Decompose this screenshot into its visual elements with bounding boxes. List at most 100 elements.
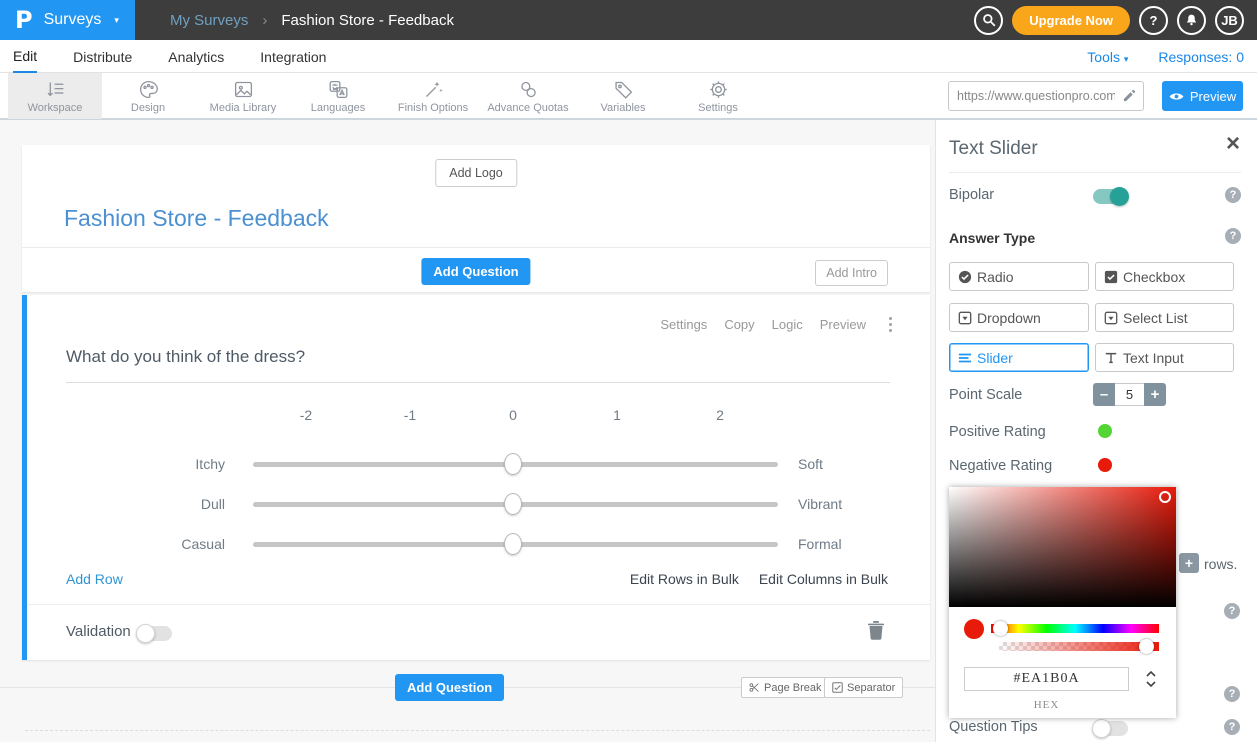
row-right-label[interactable]: Soft xyxy=(798,456,823,472)
edit-columns-in-bulk-link[interactable]: Edit Columns in Bulk xyxy=(759,571,888,587)
help-icon[interactable]: ? xyxy=(1224,719,1240,735)
slider-icon xyxy=(958,351,972,365)
row-left-label[interactable]: Itchy xyxy=(135,456,225,472)
point-scale-input[interactable] xyxy=(1115,383,1144,406)
question-preview-link[interactable]: Preview xyxy=(820,317,866,332)
edit-rows-in-bulk-link[interactable]: Edit Rows in Bulk xyxy=(630,571,739,587)
responses-count[interactable]: Responses: 0 xyxy=(1158,49,1244,65)
question-copy-link[interactable]: Copy xyxy=(724,317,754,332)
hex-color-input[interactable] xyxy=(964,667,1129,691)
toolbar-item-settings[interactable]: Settings xyxy=(671,73,765,119)
help-button[interactable]: ? xyxy=(1139,6,1168,35)
color-format-toggle-icon[interactable] xyxy=(1146,670,1156,688)
add-question-button-bottom[interactable]: Add Question xyxy=(395,674,504,701)
questionpro-survey-editor: P Surveys ▾ My Surveys › Fashion Store -… xyxy=(0,0,1257,742)
answer-type-checkbox[interactable]: Checkbox xyxy=(1095,262,1234,291)
hue-slider-handle[interactable] xyxy=(993,621,1008,636)
bipolar-label: Bipolar xyxy=(949,187,994,203)
delete-question-trash-icon[interactable] xyxy=(868,621,884,640)
rows-increase-button[interactable]: + xyxy=(1179,553,1199,573)
preview-button[interactable]: Preview xyxy=(1162,81,1243,111)
point-scale-increase-button[interactable]: + xyxy=(1144,383,1166,406)
upgrade-now-button[interactable]: Upgrade Now xyxy=(1012,6,1130,35)
tab-integration[interactable]: Integration xyxy=(260,40,326,73)
row-right-label[interactable]: Formal xyxy=(798,536,842,552)
answer-type-select-list[interactable]: Select List xyxy=(1095,303,1234,332)
question-tips-label: Question Tips xyxy=(949,719,1038,735)
add-row-link[interactable]: Add Row xyxy=(66,571,123,587)
caret-down-icon: ▾ xyxy=(114,15,119,26)
help-icon[interactable]: ? xyxy=(1224,686,1240,702)
negative-rating-color-swatch[interactable] xyxy=(1098,458,1112,472)
editor-toolbar: Workspace Design Media Library Languages… xyxy=(0,73,1257,120)
user-avatar[interactable]: JB xyxy=(1215,6,1244,35)
survey-title[interactable]: Fashion Store - Feedback xyxy=(64,205,329,232)
toolbar-item-media-library[interactable]: Media Library xyxy=(196,73,290,119)
slider-handle[interactable] xyxy=(504,493,522,515)
toolbar-item-workspace[interactable]: Workspace xyxy=(8,73,102,119)
question-text-underline xyxy=(66,382,890,383)
help-icon[interactable]: ? xyxy=(1225,187,1241,203)
tools-menu[interactable]: Tools ▾ xyxy=(1087,49,1128,65)
scale-label: 2 xyxy=(716,407,724,423)
select-list-icon xyxy=(1104,311,1118,325)
breadcrumb-my-surveys[interactable]: My Surveys xyxy=(170,12,248,29)
tab-edit[interactable]: Edit xyxy=(13,40,37,73)
tab-analytics[interactable]: Analytics xyxy=(168,40,224,73)
translate-icon xyxy=(328,79,349,100)
saturation-area[interactable] xyxy=(949,487,1176,607)
point-scale-label: Point Scale xyxy=(949,387,1022,403)
saturation-selector-ring[interactable] xyxy=(1159,491,1171,503)
slider-handle[interactable] xyxy=(504,453,522,475)
rows-suffix-label: rows. xyxy=(1204,556,1237,572)
question-tips-toggle[interactable] xyxy=(1093,721,1128,736)
toolbar-item-finish-options[interactable]: Finish Options xyxy=(386,73,480,119)
answer-type-slider[interactable]: Slider xyxy=(949,343,1089,372)
share-url-input[interactable] xyxy=(948,81,1144,111)
slider-row: Itchy Soft xyxy=(27,453,930,477)
help-icon[interactable]: ? xyxy=(1224,603,1240,619)
hue-slider[interactable] xyxy=(991,624,1159,633)
row-left-label[interactable]: Dull xyxy=(135,496,225,512)
negative-rating-label: Negative Rating xyxy=(949,458,1052,474)
question-text[interactable]: What do you think of the dress? xyxy=(66,347,305,367)
close-icon[interactable]: × xyxy=(1226,132,1240,156)
question-logic-link[interactable]: Logic xyxy=(772,317,803,332)
separator-button[interactable]: Separator xyxy=(824,677,903,698)
toolbar-item-design[interactable]: Design xyxy=(101,73,195,119)
new-section-dashed-line xyxy=(25,730,930,731)
answer-type-dropdown[interactable]: Dropdown xyxy=(949,303,1089,332)
point-scale-decrease-button[interactable]: – xyxy=(1093,383,1115,406)
validation-toggle[interactable] xyxy=(137,626,172,641)
toolbar-item-advance-quotas[interactable]: Advance Quotas xyxy=(481,73,575,119)
edit-url-pencil-icon[interactable] xyxy=(1122,88,1137,103)
notifications-button[interactable] xyxy=(1177,6,1206,35)
slider-scale-labels: -2 -1 0 1 2 xyxy=(27,407,930,425)
search-button[interactable] xyxy=(974,6,1003,35)
page-break-button[interactable]: Page Break xyxy=(741,677,829,698)
row-left-label[interactable]: Casual xyxy=(135,536,225,552)
radio-check-icon xyxy=(958,270,972,284)
more-options-icon[interactable] xyxy=(889,317,892,332)
divider xyxy=(22,247,930,248)
slider-handle[interactable] xyxy=(504,533,522,555)
alpha-slider-handle[interactable] xyxy=(1139,639,1154,654)
answer-type-text-input[interactable]: Text Input xyxy=(1095,343,1234,372)
row-right-label[interactable]: Vibrant xyxy=(798,496,842,512)
bipolar-toggle[interactable] xyxy=(1093,189,1128,204)
tab-distribute[interactable]: Distribute xyxy=(73,40,132,73)
slider-row: Dull Vibrant xyxy=(27,493,930,517)
toolbar-item-variables[interactable]: Variables xyxy=(576,73,670,119)
breadcrumb: My Surveys › Fashion Store - Feedback xyxy=(170,0,454,40)
add-question-button-top[interactable]: Add Question xyxy=(421,258,530,285)
add-logo-button[interactable]: Add Logo xyxy=(435,159,517,187)
answer-type-radio[interactable]: Radio xyxy=(949,262,1089,291)
toolbar-item-languages[interactable]: Languages xyxy=(291,73,385,119)
add-intro-button[interactable]: Add Intro xyxy=(815,260,888,286)
product-switcher[interactable]: P Surveys ▾ xyxy=(0,0,135,40)
help-icon[interactable]: ? xyxy=(1225,228,1241,244)
question-settings-link[interactable]: Settings xyxy=(660,317,707,332)
alpha-slider[interactable] xyxy=(999,642,1159,651)
checkbox-icon xyxy=(1104,270,1118,284)
positive-rating-color-swatch[interactable] xyxy=(1098,424,1112,438)
